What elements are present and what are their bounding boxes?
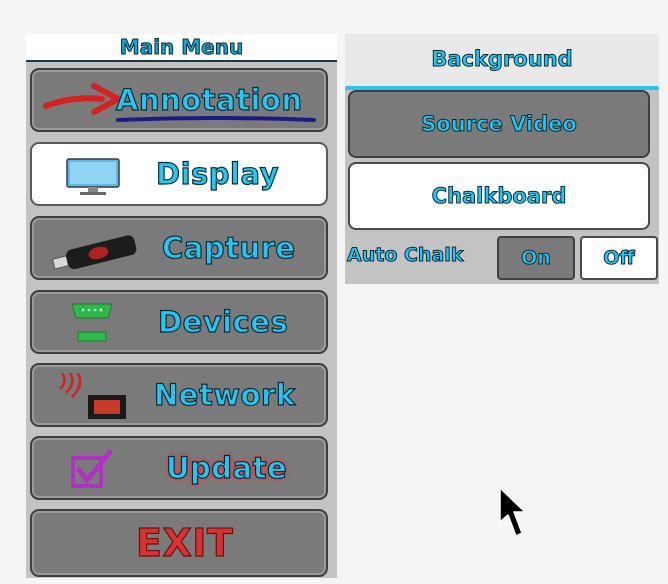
auto-chalk-on-button[interactable]: On [497, 236, 575, 280]
menu-button-display[interactable]: Display [30, 142, 328, 206]
underline-stroke-icon [116, 116, 316, 122]
auto-chalk-label: Auto Chalk [346, 244, 464, 267]
menu-label-display: Display [155, 156, 280, 191]
menu-label-network: Network [153, 377, 296, 412]
main-menu-title: Main Menu [26, 34, 337, 62]
red-arrow-icon [43, 83, 121, 115]
menu-button-update[interactable]: Update [30, 436, 328, 500]
monitor-icon [66, 158, 120, 195]
usb-drive-icon [51, 235, 137, 270]
auto-chalk-off-button[interactable]: Off [580, 236, 658, 280]
network-port-icon [59, 373, 126, 419]
checkbox-icon [71, 450, 113, 488]
background-title: Background [345, 34, 659, 88]
mouse-pointer-icon [499, 487, 526, 537]
source-video-button[interactable]: Source Video [348, 90, 650, 158]
menu-button-exit[interactable]: EXIT [30, 509, 328, 577]
menu-label-capture: Capture [161, 230, 296, 265]
menu-button-annotation[interactable]: Annotation [30, 68, 328, 132]
menu-button-network[interactable]: Network [30, 363, 328, 427]
chalkboard-button[interactable]: Chalkboard [348, 162, 650, 230]
menu-button-devices[interactable]: Devices [30, 290, 328, 354]
menu-label-exit: EXIT [135, 520, 234, 565]
menu-label-update: Update [165, 450, 288, 485]
menu-button-capture[interactable]: Capture [30, 216, 328, 280]
menu-label-devices: Devices [157, 304, 289, 339]
serial-port-icon [71, 303, 113, 342]
